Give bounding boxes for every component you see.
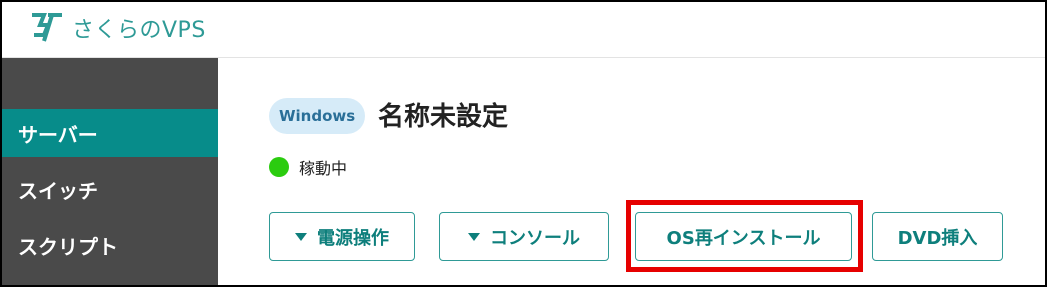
power-menu-label: 電源操作 bbox=[317, 227, 389, 249]
highlight-box bbox=[626, 200, 863, 272]
sidebar-item-script[interactable]: スクリプト bbox=[2, 221, 218, 269]
caret-down-icon bbox=[468, 232, 480, 241]
status-text: 稼動中 bbox=[299, 159, 348, 178]
dvd-insert-label: DVD挿入 bbox=[897, 227, 978, 249]
status-dot-icon bbox=[269, 157, 289, 177]
sidebar-item-switch[interactable]: スイッチ bbox=[2, 165, 218, 213]
console-menu-button[interactable]: コンソール bbox=[439, 212, 609, 261]
logo-text: さくらのVPS bbox=[72, 18, 206, 43]
dvd-insert-button[interactable]: DVD挿入 bbox=[872, 212, 1003, 261]
server-status: 稼動中 bbox=[269, 155, 347, 179]
sidebar: サーバー スイッチ スクリプト bbox=[2, 58, 218, 285]
os-badge: Windows bbox=[269, 98, 366, 134]
console-menu-label: コンソール bbox=[490, 227, 580, 249]
sakura-logo-icon bbox=[32, 13, 62, 42]
sakura-vps-logo[interactable]: さくらのVPS bbox=[28, 11, 206, 45]
caret-down-icon bbox=[295, 232, 307, 241]
app-window: さくらのVPS サーバー スイッチ スクリプト Windows 名称未設定 稼動… bbox=[0, 0, 1047, 287]
sidebar-item-server[interactable]: サーバー bbox=[2, 109, 218, 157]
power-menu-button[interactable]: 電源操作 bbox=[269, 212, 415, 261]
server-name-title: 名称未設定 bbox=[378, 102, 509, 132]
top-header: さくらのVPS bbox=[2, 2, 1045, 58]
